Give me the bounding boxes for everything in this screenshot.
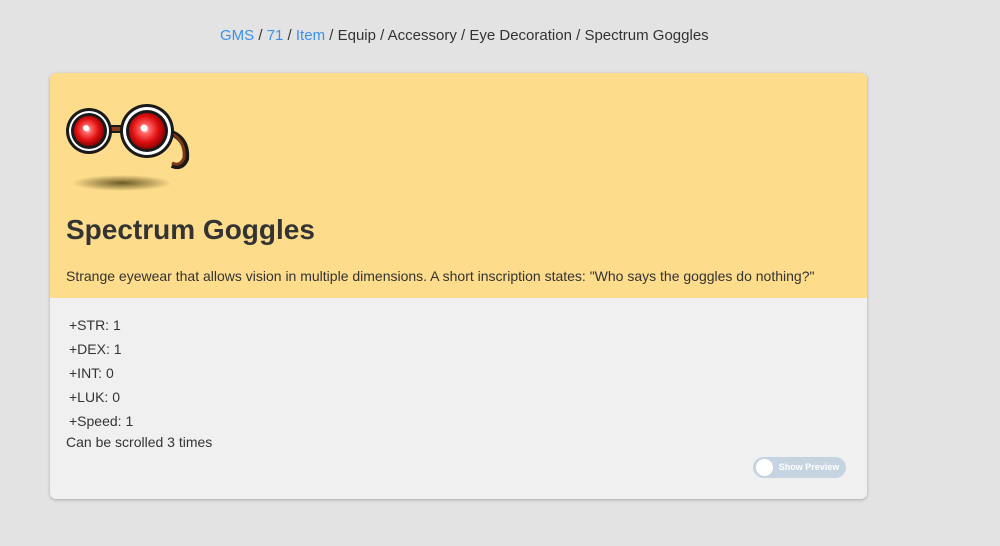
breadcrumb-separator: /	[456, 27, 470, 44]
stat-int: +INT: 0	[69, 365, 114, 381]
upgrade-slots-note: Can be scrolled 3 times	[66, 434, 213, 450]
breadcrumb-link-gms[interactable]: GMS	[220, 27, 254, 44]
breadcrumb-separator: /	[283, 27, 296, 44]
goggles-icon	[64, 101, 194, 197]
stat-str: +STR: 1	[69, 317, 121, 333]
breadcrumb-separator: /	[571, 27, 585, 44]
toggle-label: Show Preview	[778, 462, 840, 472]
item-description: Strange eyewear that allows vision in mu…	[66, 268, 815, 284]
show-preview-toggle[interactable]: Show Preview	[753, 457, 846, 478]
breadcrumb-eye-decoration: Eye Decoration	[469, 27, 572, 44]
breadcrumb: GMS / 71 / Item / Equip / Accessory / Ey…	[220, 27, 709, 45]
item-card: Spectrum Goggles Strange eyewear that al…	[50, 73, 867, 499]
stat-dex: +DEX: 1	[69, 341, 122, 357]
breadcrumb-link-71[interactable]: 71	[267, 27, 284, 44]
item-stats: +STR: 1 +DEX: 1 +INT: 0 +LUK: 0 +Speed: …	[69, 316, 133, 436]
toggle-knob	[756, 459, 773, 476]
breadcrumb-separator: /	[375, 27, 388, 44]
breadcrumb-current: Spectrum Goggles	[584, 27, 709, 44]
breadcrumb-separator: /	[254, 27, 267, 44]
breadcrumb-accessory: Accessory	[387, 27, 457, 44]
breadcrumb-link-item[interactable]: Item	[296, 27, 325, 44]
breadcrumb-separator: /	[325, 27, 338, 44]
item-title: Spectrum Goggles	[66, 214, 315, 245]
stat-luk: +LUK: 0	[69, 389, 120, 405]
item-header: Spectrum Goggles Strange eyewear that al…	[50, 73, 867, 298]
breadcrumb-equip: Equip	[337, 27, 376, 44]
